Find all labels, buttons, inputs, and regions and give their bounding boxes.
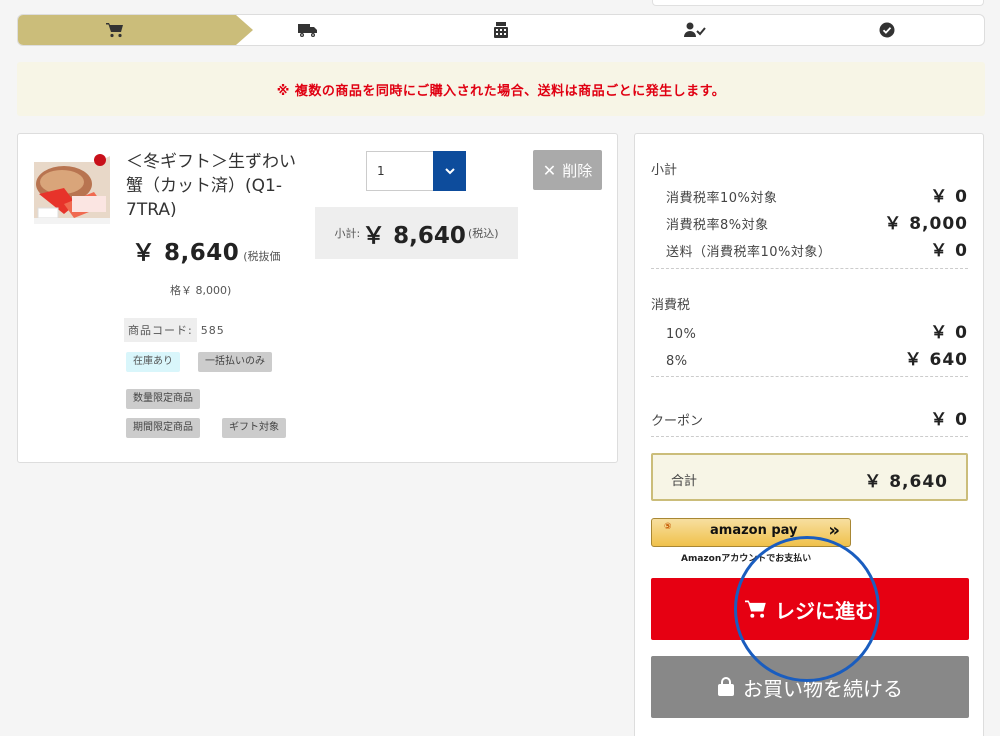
register-icon bbox=[493, 22, 511, 38]
summary-subtotal-heading: 小計 bbox=[651, 159, 968, 178]
amazon-pay-logo: amazon pay bbox=[710, 523, 798, 538]
summary-tax-label: 消費税 bbox=[651, 298, 691, 313]
summary-tax-heading: 消費税 bbox=[651, 294, 968, 313]
tag-lump-sum-only: 一括払いのみ bbox=[198, 352, 272, 372]
product-price-value: ￥ 8,640 bbox=[132, 240, 240, 266]
tag-limited-quantity: 数量限定商品 bbox=[126, 389, 200, 409]
summary-row-tax8: 8% ￥ 640 bbox=[651, 345, 968, 370]
cart-item-card: ＜冬ギフト＞生ずわい蟹（カット済）(Q1-7TRA) ￥ 8,640 (税抜価 格… bbox=[17, 133, 618, 463]
summary-row-value: ￥ 0 bbox=[930, 241, 968, 261]
close-icon: ✕ bbox=[542, 160, 557, 180]
summary-row-value: ￥ 0 bbox=[930, 323, 968, 343]
summary-row-value: ￥ 8,000 bbox=[884, 214, 968, 234]
checkout-button[interactable]: レジに進む bbox=[651, 578, 969, 640]
summary-row-label: 消費税率8%対象 bbox=[666, 218, 769, 233]
summary-row-tax10-target: 消費税率10%対象 ￥ 0 bbox=[651, 182, 968, 207]
product-price-tax-excluded: 格￥ 8,000) bbox=[170, 284, 232, 297]
quantity-value: 1 bbox=[377, 164, 385, 178]
item-subtotal-value: ￥ 8,640 bbox=[362, 223, 466, 249]
header-panel-edge bbox=[652, 0, 984, 6]
double-chevron-right-icon: » bbox=[828, 520, 840, 541]
summary-row-label: 10% bbox=[666, 327, 697, 342]
step-active-bg bbox=[18, 15, 236, 45]
shipping-notice: ※ 複数の商品を同時にご購入された場合、送料は商品ごとに発生します。 bbox=[17, 62, 985, 116]
cart-icon bbox=[106, 22, 124, 38]
quantity-dropdown-button[interactable] bbox=[433, 151, 466, 191]
checkout-label: レジに進む bbox=[775, 598, 875, 623]
product-thumbnail[interactable] bbox=[34, 154, 110, 224]
product-code-value: 585 bbox=[200, 323, 225, 337]
amazon-coin-icon: ⑤ bbox=[664, 522, 672, 532]
item-subtotal: 小計: ￥ 8,640 (税込) bbox=[315, 207, 518, 259]
delete-label: 削除 bbox=[562, 161, 593, 180]
summary-row-tax8-target: 消費税率8%対象 ￥ 8,000 bbox=[651, 209, 968, 234]
summary-row-value: ￥ 640 bbox=[904, 350, 968, 370]
summary-divider bbox=[651, 376, 968, 377]
summary-subtotal-label: 小計 bbox=[651, 163, 678, 178]
product-code-row: 商品コード: 585 bbox=[124, 318, 225, 342]
amazon-pay-note: Amazonアカウントでお支払い bbox=[681, 554, 812, 564]
order-total: 合計 ￥ 8,640 bbox=[651, 453, 968, 501]
summary-row-label: 送料（消費税率10%対象） bbox=[666, 245, 832, 260]
summary-row-value: ￥ 0 bbox=[930, 187, 968, 207]
item-subtotal-label: 小計: bbox=[334, 227, 361, 240]
shopping-bag-icon bbox=[718, 677, 734, 696]
user-check-icon bbox=[684, 22, 706, 38]
checkout-progress-steps bbox=[17, 14, 985, 46]
continue-shopping-button[interactable]: お買い物を続ける bbox=[651, 656, 969, 718]
summary-row-label: 8% bbox=[666, 354, 688, 369]
amazon-pay-button[interactable]: ⑤ amazon pay » bbox=[651, 518, 851, 547]
summary-row-tax10: 10% ￥ 0 bbox=[651, 318, 968, 343]
summary-row-shipping: 送料（消費税率10%対象） ￥ 0 bbox=[651, 236, 968, 261]
continue-shopping-label: お買い物を続ける bbox=[743, 676, 903, 701]
summary-row-coupon: クーポン ￥ 0 bbox=[651, 405, 968, 430]
product-code-label: 商品コード: bbox=[124, 318, 197, 342]
chevron-down-icon bbox=[444, 168, 455, 175]
tag-in-stock: 在庫あり bbox=[126, 352, 180, 372]
quantity-select[interactable]: 1 bbox=[366, 151, 466, 191]
cart-icon bbox=[745, 600, 766, 618]
coupon-label: クーポン bbox=[651, 414, 704, 429]
summary-row-label: 消費税率10%対象 bbox=[666, 191, 778, 206]
product-price: ￥ 8,640 (税抜価 bbox=[132, 237, 312, 273]
product-name[interactable]: ＜冬ギフト＞生ずわい蟹（カット済）(Q1-7TRA) bbox=[126, 150, 306, 222]
product-price-note: (税抜価 bbox=[243, 250, 281, 263]
item-subtotal-tax-note: (税込) bbox=[467, 227, 499, 240]
coupon-value: ￥ 0 bbox=[930, 410, 968, 430]
summary-divider bbox=[651, 436, 968, 437]
order-total-label: 合計 bbox=[671, 474, 698, 489]
delete-item-button[interactable]: ✕ 削除 bbox=[533, 150, 602, 190]
tag-gift: ギフト対象 bbox=[222, 418, 286, 438]
shipping-notice-text: ※ 複数の商品を同時にご購入された場合、送料は商品ごとに発生します。 bbox=[276, 83, 726, 99]
order-total-value: ￥ 8,640 bbox=[864, 472, 948, 492]
order-summary-panel: 小計 消費税率10%対象 ￥ 0 消費税率8%対象 ￥ 8,000 送料（消費税… bbox=[634, 133, 984, 736]
step-active-arrow bbox=[236, 15, 253, 45]
truck-icon bbox=[298, 22, 318, 38]
summary-divider bbox=[651, 268, 968, 269]
check-circle-icon bbox=[879, 22, 897, 38]
tag-limited-period: 期間限定商品 bbox=[126, 418, 200, 438]
